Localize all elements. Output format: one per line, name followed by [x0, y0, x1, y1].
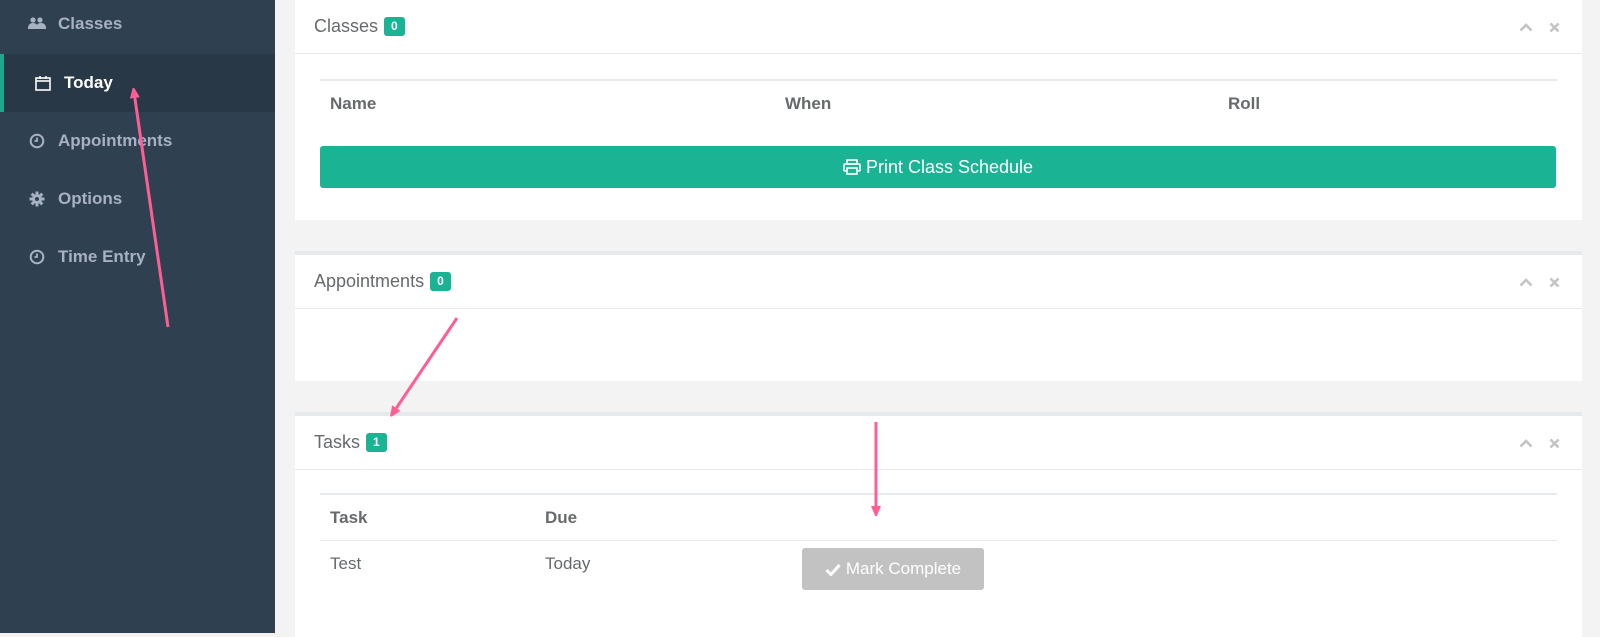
sidebar-item-label: Today [64, 73, 113, 92]
panel-title: Classes [314, 16, 379, 36]
panel-tools [1518, 275, 1562, 289]
count-badge: 0 [430, 272, 451, 291]
sidebar-item-label: Time Entry [58, 247, 146, 266]
tasks-panel: Tasks 1 Task Due Test Today [295, 412, 1582, 637]
sidebar-item-appointments[interactable]: Appointments [0, 112, 275, 170]
collapse-icon[interactable] [1518, 20, 1534, 34]
panel-tools [1518, 436, 1562, 450]
panel-header: Tasks 1 [295, 416, 1582, 470]
task-due: Today [545, 554, 591, 573]
table-header: Name When Roll [320, 79, 1557, 127]
column-header-task: Task [330, 508, 368, 527]
count-badge: 0 [384, 17, 405, 36]
panel-tools [1518, 20, 1562, 34]
calendar-icon [34, 74, 52, 92]
panel-title: Appointments [314, 271, 425, 291]
sidebar-item-label: Classes [58, 14, 123, 33]
appointments-panel: Appointments 0 [295, 251, 1582, 381]
sidebar-item-label: Options [58, 189, 123, 208]
gear-icon [28, 190, 46, 208]
sidebar-item-label: Appointments [58, 131, 173, 150]
close-icon[interactable] [1546, 275, 1562, 289]
clock-icon [28, 132, 46, 150]
classes-panel: Classes 0 Name When Roll Print Class Sch… [295, 0, 1582, 220]
sidebar: Classes Today Appointments Options Time … [0, 0, 275, 633]
column-header-when: When [785, 94, 832, 113]
button-label: Print Class Schedule [865, 156, 1034, 177]
panel-header: Appointments 0 [295, 255, 1582, 309]
button-label: Mark Complete [845, 559, 962, 578]
sidebar-item-today[interactable]: Today [0, 54, 275, 112]
users-icon [28, 15, 46, 33]
column-header-name: Name [330, 94, 377, 113]
collapse-icon[interactable] [1518, 275, 1534, 289]
sidebar-item-time-entry[interactable]: Time Entry [0, 228, 275, 286]
check-icon [825, 563, 841, 576]
sidebar-item-options[interactable]: Options [0, 170, 275, 228]
panel-title: Tasks [314, 432, 361, 452]
column-header-roll: Roll [1228, 94, 1261, 113]
print-class-schedule-button[interactable]: Print Class Schedule [320, 146, 1556, 188]
print-icon [843, 159, 861, 175]
count-badge: 1 [366, 433, 387, 452]
collapse-icon[interactable] [1518, 436, 1534, 450]
table-header: Task Due [320, 493, 1557, 541]
mark-complete-button[interactable]: Mark Complete [802, 548, 984, 590]
panel-header: Classes 0 [295, 0, 1582, 54]
clock-icon [28, 248, 46, 266]
close-icon[interactable] [1546, 20, 1562, 34]
task-name: Test [330, 554, 362, 573]
column-header-due: Due [545, 508, 578, 527]
sidebar-item-classes[interactable]: Classes [0, 0, 275, 53]
close-icon[interactable] [1546, 436, 1562, 450]
